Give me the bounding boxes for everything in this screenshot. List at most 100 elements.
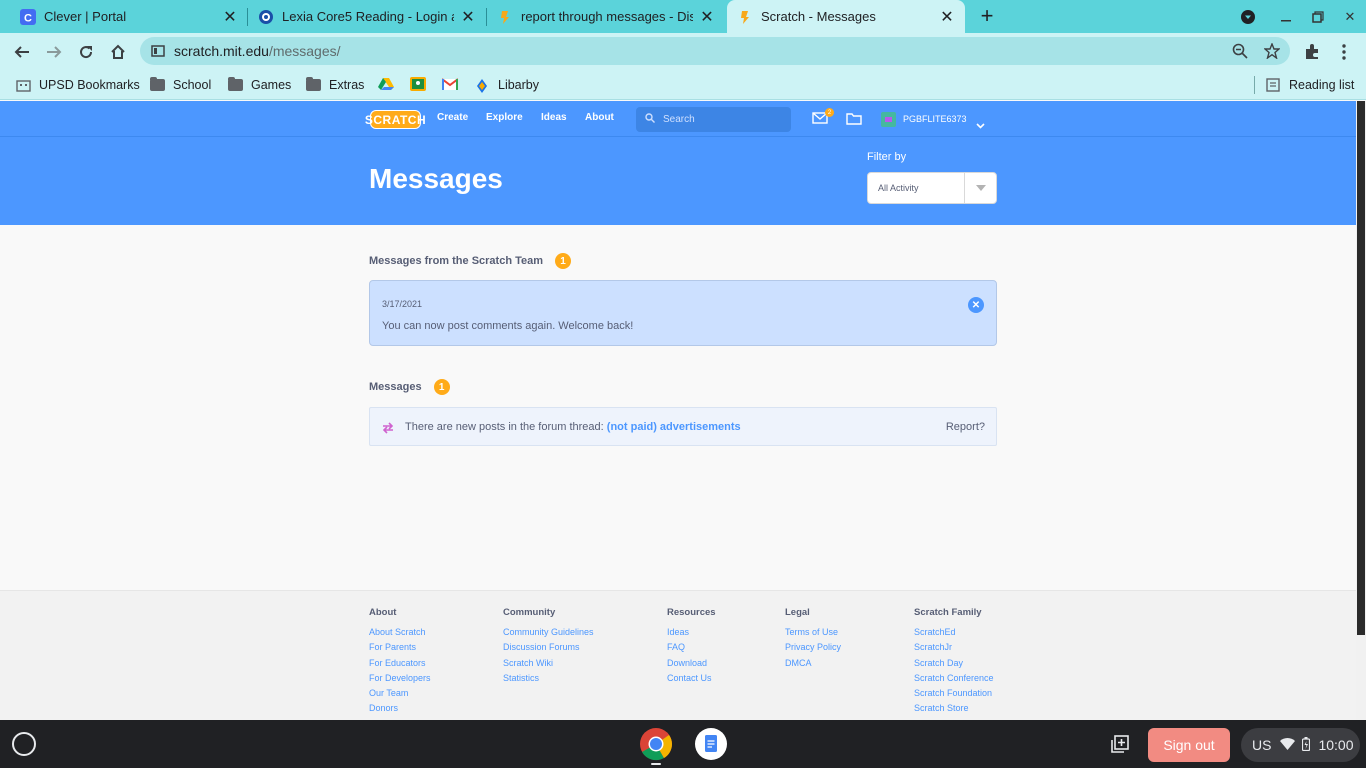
- tab-search-icon[interactable]: [1233, 0, 1263, 33]
- libby-icon: [475, 78, 491, 93]
- launcher-icon[interactable]: [12, 732, 36, 756]
- scratch-logo[interactable]: SCRATCH: [365, 110, 426, 129]
- close-tab-icon[interactable]: ✕: [699, 9, 715, 26]
- footer-link[interactable]: Scratch Foundation: [914, 686, 994, 701]
- footer-link[interactable]: Privacy Policy: [785, 640, 841, 655]
- nav-explore[interactable]: Explore: [486, 112, 523, 123]
- new-tab-button[interactable]: +: [975, 3, 999, 28]
- footer-heading: Legal: [785, 607, 810, 618]
- footer-link[interactable]: ScratchJr: [914, 640, 994, 655]
- admin-message: 3/17/2021 You can now post comments agai…: [369, 280, 997, 346]
- close-tab-icon[interactable]: ✕: [939, 9, 955, 26]
- bookmark-libarby[interactable]: Libarby: [475, 76, 539, 94]
- bookmark-classroom[interactable]: [410, 76, 426, 94]
- scrollbar-thumb[interactable]: [1357, 101, 1365, 635]
- bookmark-upsd[interactable]: UPSD Bookmarks: [16, 76, 140, 94]
- bookmark-star-icon[interactable]: [1263, 42, 1281, 64]
- footer-link[interactable]: FAQ: [667, 640, 716, 655]
- message-text: You can now post comments again. Welcome…: [382, 320, 634, 332]
- footer-link[interactable]: For Parents: [369, 640, 431, 655]
- footer-link[interactable]: For Educators: [369, 656, 431, 671]
- close-window-icon[interactable]: ✕: [1335, 0, 1365, 33]
- bookmark-gmail[interactable]: [441, 76, 459, 94]
- battery-icon: [1302, 736, 1311, 754]
- footer-link[interactable]: Scratch Wiki: [503, 656, 594, 671]
- footer-link[interactable]: Statistics: [503, 671, 594, 686]
- tab-scratch-messages[interactable]: Scratch - Messages ✕: [727, 0, 965, 33]
- footer-link[interactable]: Ideas: [667, 625, 716, 640]
- footer-link[interactable]: ScratchEd: [914, 625, 994, 640]
- footer-link[interactable]: Scratch Day: [914, 656, 994, 671]
- zoom-icon[interactable]: [1232, 43, 1248, 64]
- tab-discuss[interactable]: report through messages - Discu ✕: [487, 0, 725, 33]
- tab-clever[interactable]: C Clever | Portal ✕: [10, 0, 248, 33]
- bookmark-folder-school[interactable]: School: [150, 76, 211, 94]
- bookmark-folder-extras[interactable]: Extras: [306, 76, 364, 94]
- restore-icon[interactable]: [1303, 0, 1333, 33]
- folder-icon: [150, 77, 165, 91]
- footer-link[interactable]: Community Guidelines: [503, 625, 594, 640]
- footer-link[interactable]: Our Team: [369, 686, 431, 701]
- reading-list-button[interactable]: Reading list: [1266, 76, 1354, 94]
- footer-link[interactable]: Download: [667, 656, 716, 671]
- tab-strip: C Clever | Portal ✕ Lexia Core5 Reading …: [0, 0, 1366, 33]
- chevron-down-icon[interactable]: [976, 116, 985, 134]
- minimize-icon[interactable]: [1271, 0, 1301, 33]
- menu-icon[interactable]: [1329, 37, 1359, 67]
- folder-icon: [228, 77, 243, 91]
- count-badge: 1: [433, 379, 450, 395]
- messages-icon[interactable]: 2: [812, 108, 834, 130]
- extensions-icon[interactable]: [1297, 37, 1327, 67]
- username[interactable]: PGBFLITE6373: [903, 114, 967, 124]
- messages-badge: 2: [825, 108, 834, 117]
- chrome-app-icon[interactable]: [639, 727, 673, 766]
- footer-link[interactable]: Scratch Store: [914, 701, 994, 716]
- bookmark-drive[interactable]: [378, 76, 394, 94]
- svg-text:C: C: [24, 12, 32, 24]
- scratch-cat-favicon-icon: [737, 9, 753, 25]
- tab-title: report through messages - Discu: [521, 9, 693, 24]
- nav-create[interactable]: Create: [437, 112, 468, 123]
- tab-title: Clever | Portal: [44, 9, 127, 24]
- message-date: 3/17/2021: [382, 299, 423, 309]
- reading-list-icon: [1266, 78, 1282, 92]
- search-field[interactable]: Search: [636, 107, 791, 132]
- address-bar[interactable]: scratch.mit.edu/messages/: [140, 37, 1290, 65]
- footer-link[interactable]: Contact Us: [667, 671, 716, 686]
- footer-link[interactable]: Donors: [369, 701, 431, 716]
- nav-ideas[interactable]: Ideas: [541, 112, 567, 123]
- nav-about[interactable]: About: [585, 112, 614, 123]
- footer-link[interactable]: For Developers: [369, 671, 431, 686]
- close-tab-icon[interactable]: ✕: [222, 9, 238, 26]
- footer-link[interactable]: Scratch Conference: [914, 671, 994, 686]
- close-tab-icon[interactable]: ✕: [460, 9, 476, 26]
- status-tray[interactable]: US 10:00: [1241, 728, 1360, 762]
- page-scrollbar[interactable]: [1356, 101, 1366, 720]
- back-icon[interactable]: [7, 37, 37, 67]
- dismiss-close-icon[interactable]: ✕: [968, 297, 984, 313]
- folder-icon: [306, 77, 321, 91]
- browser-toolbar: scratch.mit.edu/messages/: [0, 33, 1366, 70]
- forum-message-row: There are new posts in the forum thread:…: [369, 407, 997, 446]
- forum-thread-link[interactable]: (not paid) advertisements: [607, 421, 741, 433]
- report-link[interactable]: Report?: [946, 421, 985, 433]
- filter-select[interactable]: All Activity: [867, 172, 997, 204]
- footer-link[interactable]: Discussion Forums: [503, 640, 594, 655]
- footer-link[interactable]: About Scratch: [369, 625, 431, 640]
- footer-link[interactable]: DMCA: [785, 656, 841, 671]
- bookmark-folder-games[interactable]: Games: [228, 76, 291, 94]
- tab-lexia[interactable]: Lexia Core5 Reading - Login and ✕: [248, 0, 486, 33]
- footer-link[interactable]: Terms of Use: [785, 625, 841, 640]
- home-icon[interactable]: [103, 37, 133, 67]
- site-info-icon[interactable]: [151, 44, 165, 63]
- bookmark-label: UPSD Bookmarks: [39, 78, 140, 92]
- clock-time: 10:00: [1318, 737, 1354, 753]
- forward-icon[interactable]: [39, 37, 69, 67]
- sign-out-button[interactable]: Sign out: [1148, 728, 1230, 762]
- my-stuff-folder-icon[interactable]: [846, 112, 862, 130]
- google-docs-app-icon[interactable]: [694, 727, 728, 766]
- avatar[interactable]: [881, 112, 896, 127]
- reload-icon[interactable]: [71, 37, 101, 67]
- locale-label: US: [1252, 737, 1272, 753]
- holding-space-icon[interactable]: [1110, 734, 1130, 759]
